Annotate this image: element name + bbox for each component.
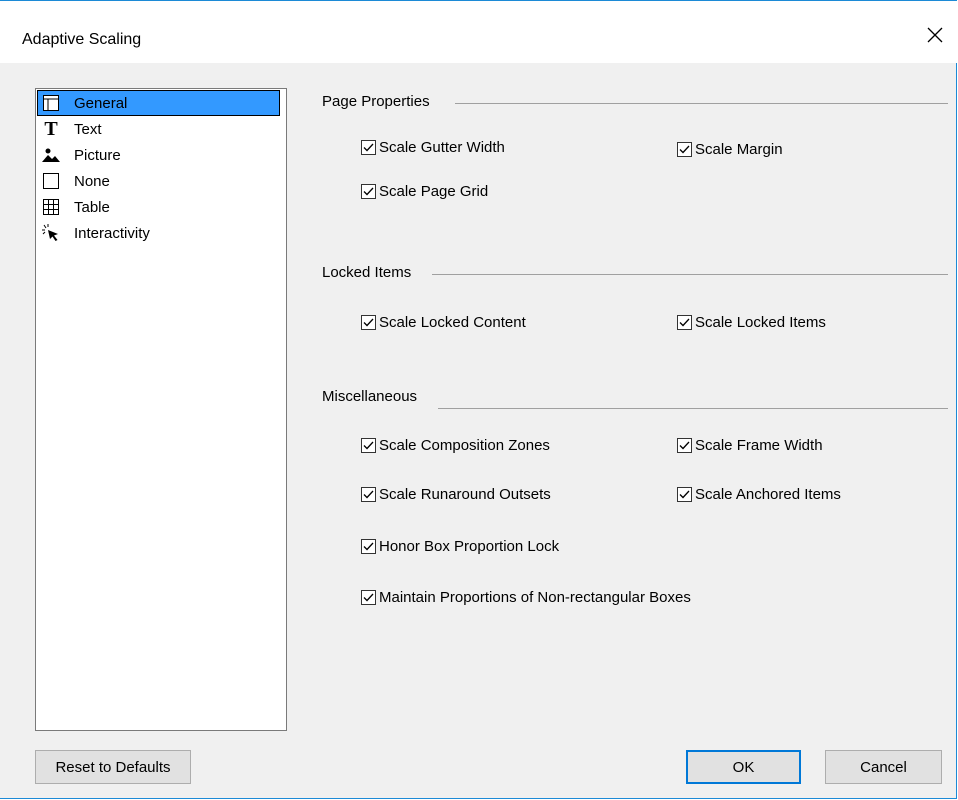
close-button[interactable] — [913, 15, 957, 55]
checkbox-box[interactable] — [361, 539, 376, 554]
group-divider — [455, 103, 948, 104]
checkbox-box[interactable] — [361, 315, 376, 330]
text-icon: T — [44, 118, 58, 140]
checkbox-box[interactable] — [677, 315, 692, 330]
adaptive-scaling-dialog: Adaptive Scaling General T Text Picture … — [0, 0, 957, 799]
checkbox-scale-locked-items[interactable]: Scale Locked Items — [677, 314, 826, 331]
checkbox-box[interactable] — [677, 487, 692, 502]
cancel-button[interactable]: Cancel — [825, 750, 942, 784]
sidebar-item-label: General — [74, 94, 128, 112]
sidebar-item-picture[interactable]: Picture — [38, 143, 283, 167]
button-label: OK — [732, 758, 755, 776]
check-icon — [363, 187, 374, 196]
sidebar-item-label: Picture — [74, 146, 121, 164]
checkbox-label: Scale Frame Width — [695, 437, 823, 454]
checkbox-box[interactable] — [361, 438, 376, 453]
check-icon — [363, 143, 374, 152]
cursor-click-icon — [42, 224, 60, 242]
button-label: Cancel — [860, 758, 907, 776]
checkbox-scale-composition-zones[interactable]: Scale Composition Zones — [361, 437, 550, 454]
sidebar-item-label: None — [74, 172, 110, 190]
check-icon — [679, 145, 690, 154]
checkbox-label: Scale Composition Zones — [379, 437, 550, 454]
check-icon — [679, 490, 690, 499]
group-title-locked-items: Locked Items — [322, 264, 412, 281]
checkbox-label: Scale Locked Items — [695, 314, 826, 331]
checkbox-label: Scale Runaround Outsets — [379, 486, 551, 503]
checkbox-scale-runaround-outsets[interactable]: Scale Runaround Outsets — [361, 486, 551, 503]
checkbox-box[interactable] — [361, 140, 376, 155]
checkbox-box[interactable] — [677, 142, 692, 157]
button-label: Reset to Defaults — [55, 758, 171, 776]
checkbox-box[interactable] — [361, 184, 376, 199]
ok-button[interactable]: OK — [686, 750, 801, 784]
checkbox-box[interactable] — [677, 438, 692, 453]
sidebar-item-none[interactable]: None — [38, 169, 283, 193]
checkbox-box[interactable] — [361, 487, 376, 502]
checkbox-box[interactable] — [361, 590, 376, 605]
checkbox-label: Maintain Proportions of Non-rectangular … — [379, 589, 691, 606]
empty-box-icon — [42, 172, 60, 190]
check-icon — [679, 318, 690, 327]
checkbox-scale-margin[interactable]: Scale Margin — [677, 141, 783, 158]
checkbox-honor-box-proportion-lock[interactable]: Honor Box Proportion Lock — [361, 538, 559, 555]
checkbox-label: Scale Gutter Width — [379, 139, 505, 156]
category-list[interactable]: General T Text Picture None Table Intera… — [35, 88, 287, 731]
checkbox-scale-frame-width[interactable]: Scale Frame Width — [677, 437, 823, 454]
checkbox-label: Scale Page Grid — [379, 183, 489, 200]
check-icon — [363, 593, 374, 602]
checkbox-scale-locked-content[interactable]: Scale Locked Content — [361, 314, 526, 331]
group-divider — [438, 408, 948, 409]
layout-icon — [42, 94, 60, 112]
title-bar: Adaptive Scaling — [0, 0, 957, 63]
checkbox-label: Honor Box Proportion Lock — [379, 538, 560, 555]
sidebar-item-interactivity[interactable]: Interactivity — [38, 221, 283, 245]
check-icon — [363, 318, 374, 327]
check-icon — [363, 441, 374, 450]
picture-icon — [42, 146, 60, 164]
checkbox-label: Scale Margin — [695, 141, 783, 158]
reset-to-defaults-button[interactable]: Reset to Defaults — [35, 750, 191, 784]
checkbox-scale-page-grid[interactable]: Scale Page Grid — [361, 183, 488, 200]
dialog-title: Adaptive Scaling — [22, 31, 142, 48]
close-icon — [927, 27, 943, 43]
group-title-miscellaneous: Miscellaneous — [322, 388, 418, 405]
check-icon — [363, 542, 374, 551]
sidebar-item-label: Text — [74, 120, 102, 138]
sidebar-item-text[interactable]: T Text — [38, 117, 283, 141]
table-icon — [42, 198, 60, 216]
sidebar-item-label: Table — [74, 198, 110, 216]
sidebar-item-label: Interactivity — [74, 224, 150, 242]
sidebar-item-table[interactable]: Table — [38, 195, 283, 219]
check-icon — [363, 490, 374, 499]
check-icon — [679, 441, 690, 450]
checkbox-label: Scale Anchored Items — [695, 486, 841, 503]
checkbox-scale-anchored-items[interactable]: Scale Anchored Items — [677, 486, 841, 503]
checkbox-label: Scale Locked Content — [379, 314, 526, 331]
sidebar-item-general[interactable]: General — [38, 91, 283, 115]
checkbox-maintain-proportions-non-rect[interactable]: Maintain Proportions of Non-rectangular … — [361, 589, 691, 606]
checkbox-scale-gutter-width[interactable]: Scale Gutter Width — [361, 139, 505, 156]
group-title-page-properties: Page Properties — [322, 93, 430, 110]
group-divider — [432, 274, 948, 275]
